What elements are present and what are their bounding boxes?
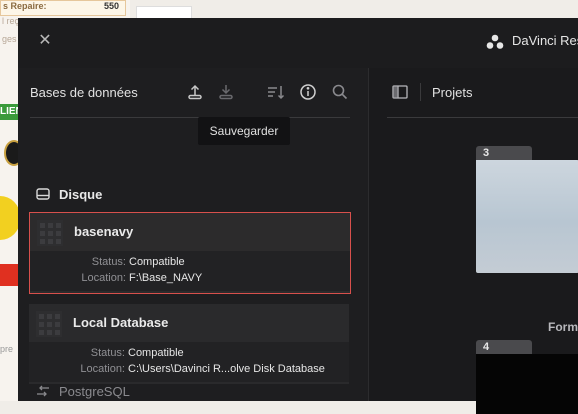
app-name: DaVinci Res (512, 33, 578, 48)
status-label: Status: (90, 347, 125, 359)
background-text: ges (2, 34, 17, 44)
project-manager-window: ✕ DaVinci Res Bases de données Disque ba… (18, 18, 578, 414)
davinci-logo-icon (486, 34, 504, 49)
database-name: basenavy (74, 224, 134, 239)
background-label: s Repaire: (3, 1, 47, 11)
info-icon[interactable] (299, 83, 317, 101)
upload-icon[interactable] (186, 83, 204, 101)
postgresql-label: PostgreSQL (59, 384, 130, 399)
location-value: F:\Base_NAVY (129, 272, 203, 284)
project-card[interactable]: 4 (476, 340, 578, 414)
database-details: Status: Compatible Location: F:\Base_NAV… (30, 251, 350, 291)
project-number: 3 (483, 147, 490, 159)
location-label: Location: (81, 272, 126, 284)
project-thumbnail (476, 160, 578, 273)
background-text: pre (0, 344, 14, 354)
disk-icon (36, 188, 50, 200)
search-icon[interactable] (331, 83, 349, 101)
sidebar-toggle-icon[interactable] (392, 85, 408, 99)
location-label: Location: (80, 363, 125, 375)
project-number-tab: 3 (476, 146, 532, 160)
background-value: 550 (103, 1, 119, 11)
database-details: Status: Compatible Location: C:\Users\Da… (29, 342, 349, 382)
background-text: l reç (2, 16, 20, 26)
database-item-local[interactable]: Local Database Status: Compatible Locati… (29, 304, 349, 384)
close-icon[interactable]: ✕ (36, 32, 54, 50)
status-value: Compatible (128, 347, 184, 359)
download-icon[interactable] (217, 83, 235, 101)
databases-panel: Bases de données Disque basenavy Status:… (18, 68, 368, 401)
project-thumbnail (476, 354, 578, 414)
tooltip: Sauvegarder (198, 117, 290, 145)
title-bar: ✕ DaVinci Res (18, 18, 578, 68)
status-label: Status: (91, 256, 126, 268)
swap-icon (37, 385, 49, 397)
panel-title: Projets (432, 85, 473, 100)
section-label: Disque (59, 187, 103, 202)
database-name: Local Database (73, 315, 169, 330)
background-row: s Repaire: 550 (0, 0, 126, 16)
header-divider (387, 117, 578, 118)
projects-panel: Projets 3 Form 4 (368, 68, 578, 414)
project-name: Form (548, 320, 578, 334)
database-item-basenavy[interactable]: basenavy Status: Compatible Location: F:… (29, 212, 351, 294)
database-thumbnail-icon (36, 311, 62, 337)
background-red-shape (0, 264, 20, 286)
sort-icon[interactable] (266, 83, 285, 101)
header-divider (420, 83, 421, 101)
project-number: 4 (483, 341, 490, 353)
panel-title: Bases de données (30, 85, 138, 100)
project-card[interactable]: 3 Form (476, 146, 578, 336)
header-divider (30, 117, 350, 118)
database-thumbnail-icon (37, 220, 63, 246)
location-value: C:\Users\Davinci R...olve Disk Database (128, 363, 325, 375)
status-value: Compatible (129, 256, 185, 268)
project-number-tab: 4 (476, 340, 532, 354)
